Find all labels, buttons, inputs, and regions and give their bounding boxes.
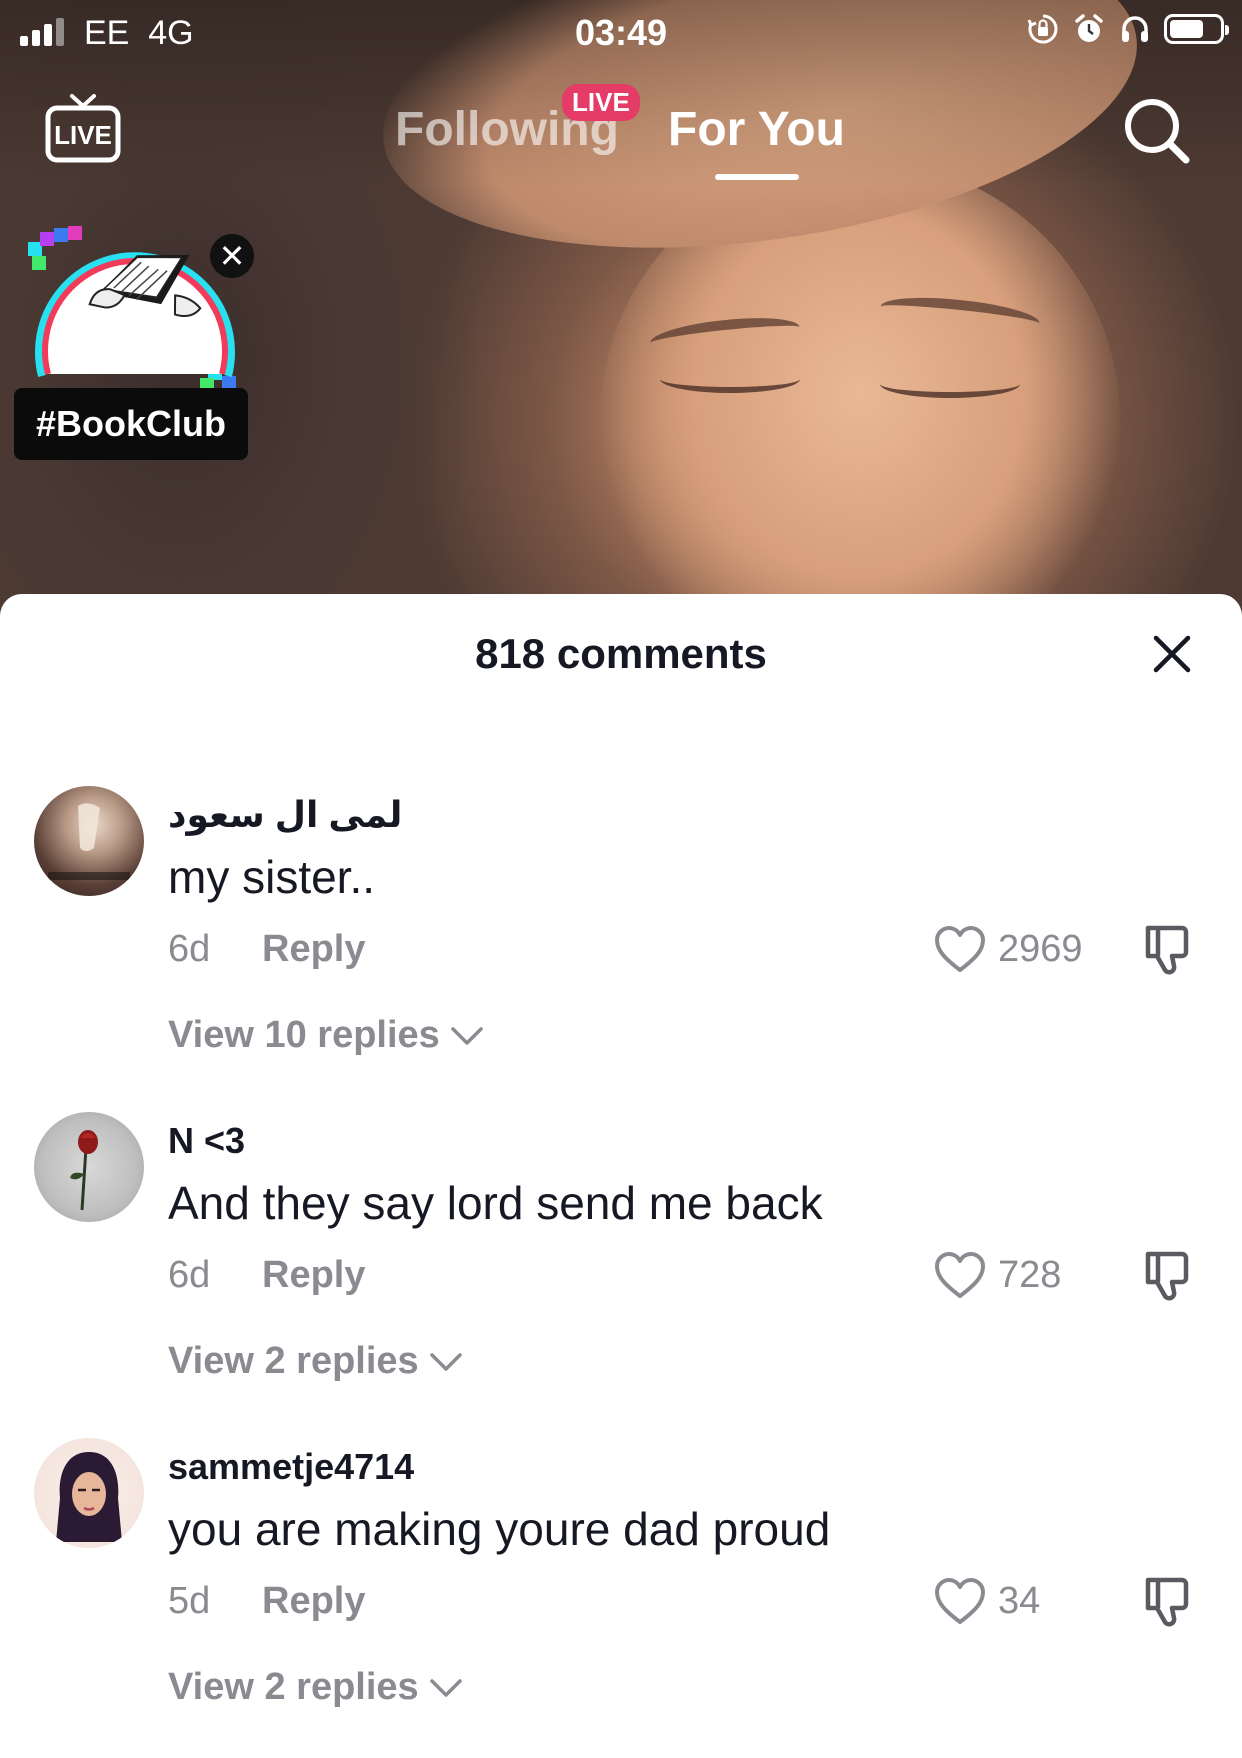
dislike-icon[interactable] <box>1142 922 1196 976</box>
view-replies-label: View 10 replies <box>168 1014 440 1056</box>
comment-text: my sister.. <box>168 851 376 903</box>
alarm-icon <box>1075 14 1103 42</box>
like-count: 728 <box>998 1254 1062 1296</box>
view-replies-button[interactable]: View 10 replies <box>168 1014 484 1057</box>
comment-item: N <3 And they say lord send me back 6d R… <box>0 1112 1242 1432</box>
orientation-lock-icon <box>1027 14 1058 44</box>
comment-item: لمى ال سعود my sister.. 6d Reply 2969 Vi… <box>0 786 1242 1106</box>
live-tv-icon[interactable]: LIVE <box>44 90 122 168</box>
chevron-down-icon <box>451 1026 483 1045</box>
view-replies-label: View 2 replies <box>168 1340 419 1382</box>
avatar[interactable] <box>34 1438 144 1548</box>
active-tab-indicator <box>715 174 799 180</box>
comments-panel: 818 comments لمى ال سعود my sister.. 6d … <box>0 594 1242 1716</box>
comment-text: you are making youre dad proud <box>168 1503 831 1555</box>
comment-age: 5d <box>168 1580 211 1622</box>
view-replies-button[interactable]: View 2 replies <box>168 1666 463 1709</box>
comment-username[interactable]: sammetje4714 <box>168 1446 414 1488</box>
reply-button[interactable]: Reply <box>262 1254 365 1297</box>
comment-item: sammetje4714 you are making youre dad pr… <box>0 1438 1242 1758</box>
avatar-image <box>70 1130 98 1211</box>
comment-age: 6d <box>168 1254 211 1296</box>
dislike-icon[interactable] <box>1142 1574 1196 1628</box>
headphones-icon <box>1122 16 1148 42</box>
comment-text: And they say lord send me back <box>168 1177 823 1229</box>
battery-icon <box>1164 14 1229 44</box>
avatar[interactable] <box>34 1112 144 1222</box>
top-navigation: LIVE Following LIVE For You <box>0 80 1242 190</box>
avatar-image <box>48 803 130 880</box>
avatar[interactable] <box>34 786 144 896</box>
tab-for-you[interactable]: For You <box>668 102 845 157</box>
sticker-close-button[interactable]: ✕ <box>210 234 254 278</box>
close-icon[interactable] <box>1148 630 1196 678</box>
reply-button[interactable]: Reply <box>262 1580 365 1623</box>
book-club-badge-icon <box>28 226 236 392</box>
dislike-icon[interactable] <box>1142 1248 1196 1302</box>
like-count: 34 <box>998 1580 1041 1622</box>
view-replies-label: View 2 replies <box>168 1666 419 1708</box>
hashtag-sticker[interactable]: ✕ #BookClub <box>14 220 254 460</box>
live-badge: LIVE <box>562 84 640 121</box>
like-count: 2969 <box>998 928 1083 970</box>
heart-icon[interactable] <box>934 1578 986 1626</box>
status-bar: EE 4G 03:49 <box>0 0 1242 62</box>
chevron-down-icon <box>429 1352 462 1371</box>
view-replies-button[interactable]: View 2 replies <box>168 1340 463 1383</box>
avatar-image <box>56 1452 122 1542</box>
comments-count-title: 818 comments <box>475 630 767 677</box>
comment-username[interactable]: N <3 <box>168 1120 245 1162</box>
hashtag-label: #BookClub <box>14 388 249 460</box>
comment-age: 6d <box>168 928 211 970</box>
comment-username[interactable]: لمى ال سعود <box>168 794 402 836</box>
status-icons <box>1026 12 1229 46</box>
heart-icon[interactable] <box>934 926 986 974</box>
search-icon[interactable] <box>1120 94 1192 166</box>
chevron-down-icon <box>429 1678 462 1697</box>
heart-icon[interactable] <box>934 1252 986 1300</box>
reply-button[interactable]: Reply <box>262 928 365 971</box>
live-icon-label: LIVE <box>54 120 112 150</box>
